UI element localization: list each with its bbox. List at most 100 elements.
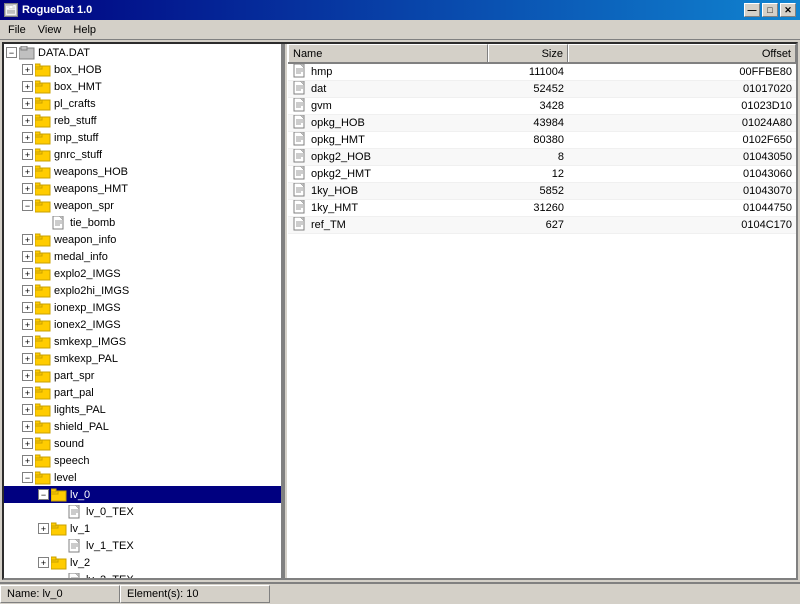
expand-btn-pl_crafts[interactable]: +	[22, 98, 33, 109]
expand-btn-smkexp_IMGS[interactable]: +	[22, 336, 33, 347]
tree-item-part_spr[interactable]: + part_spr	[4, 367, 281, 384]
tree-item-ionexp_IMGS[interactable]: + ionexp_IMGS	[4, 299, 281, 316]
tree-item-lv_0[interactable]: − lv_0	[4, 486, 281, 503]
expand-btn-shield_PAL[interactable]: +	[22, 421, 33, 432]
list-cell-size: 80380	[488, 134, 568, 146]
list-item[interactable]: opkg2_HOB 8 01043050	[288, 149, 796, 166]
expand-btn-level[interactable]: −	[22, 472, 33, 483]
expand-btn-explo2hi_IMGS[interactable]: +	[22, 285, 33, 296]
file-icon	[51, 216, 67, 230]
root-icon	[19, 46, 35, 60]
expand-btn-lv_1[interactable]: +	[38, 523, 49, 534]
expand-btn-ionexp_IMGS[interactable]: +	[22, 302, 33, 313]
maximize-button[interactable]: □	[762, 3, 778, 17]
expand-btn-lights_PAL[interactable]: +	[22, 404, 33, 415]
file-icon-list	[292, 200, 308, 217]
close-button[interactable]: ✕	[780, 3, 796, 17]
tree-item-box_HOB[interactable]: + box_HOB	[4, 61, 281, 78]
header-offset[interactable]: Offset	[568, 44, 796, 62]
tree-item-medal_info[interactable]: + medal_info	[4, 248, 281, 265]
list-item[interactable]: 1ky_HOB 5852 01043070	[288, 183, 796, 200]
folder-icon	[35, 131, 51, 145]
expand-btn-imp_stuff[interactable]: +	[22, 132, 33, 143]
tree-item-ionex2_IMGS[interactable]: + ionex2_IMGS	[4, 316, 281, 333]
tree-item-smkexp_PAL[interactable]: + smkexp_PAL	[4, 350, 281, 367]
menu-file[interactable]: File	[2, 22, 32, 38]
tree-label: part_pal	[54, 387, 94, 399]
tree-item-imp_stuff[interactable]: + imp_stuff	[4, 129, 281, 146]
tree-item-smkexp_IMGS[interactable]: + smkexp_IMGS	[4, 333, 281, 350]
tree-item-sound[interactable]: + sound	[4, 435, 281, 452]
tree-item-weapon_info[interactable]: + weapon_info	[4, 231, 281, 248]
minimize-button[interactable]: —	[744, 3, 760, 17]
list-cell-size: 5852	[488, 185, 568, 197]
tree-item-lv_2_TEX[interactable]: lv_2_TEX	[4, 571, 281, 578]
expand-btn-smkexp_PAL[interactable]: +	[22, 353, 33, 364]
expand-btn-lv_0[interactable]: −	[38, 489, 49, 500]
tree-item-lv_1_TEX[interactable]: lv_1_TEX	[4, 537, 281, 554]
folder-icon	[35, 233, 51, 247]
tree-item-level[interactable]: − level	[4, 469, 281, 486]
tree-item-lv_1[interactable]: + lv_1	[4, 520, 281, 537]
tree-item-box_HMT[interactable]: + box_HMT	[4, 78, 281, 95]
tree-label: lv_2	[70, 557, 90, 569]
expand-btn-DATA.DAT[interactable]: −	[6, 47, 17, 58]
menu-view[interactable]: View	[32, 22, 68, 38]
expand-btn-weapon_spr[interactable]: −	[22, 200, 33, 211]
expand-btn-box_HMT[interactable]: +	[22, 81, 33, 92]
expand-btn-lv_2[interactable]: +	[38, 557, 49, 568]
tree-item-lv_2[interactable]: + lv_2	[4, 554, 281, 571]
list-item[interactable]: opkg_HOB 43984 01024A80	[288, 115, 796, 132]
tree-item-lv_0_TEX[interactable]: lv_0_TEX	[4, 503, 281, 520]
tree-item-weapon_spr[interactable]: − weapon_spr	[4, 197, 281, 214]
list-cell-offset: 01024A80	[568, 117, 796, 129]
expand-btn-weapons_HOB[interactable]: +	[22, 166, 33, 177]
tree-item-DATA.DAT[interactable]: − DATA.DAT	[4, 44, 281, 61]
expand-btn-sound[interactable]: +	[22, 438, 33, 449]
tree-item-speech[interactable]: + speech	[4, 452, 281, 469]
expand-btn-speech[interactable]: +	[22, 455, 33, 466]
menu-help[interactable]: Help	[67, 22, 102, 38]
list-item[interactable]: opkg2_HMT 12 01043060	[288, 166, 796, 183]
list-item[interactable]: opkg_HMT 80380 0102F650	[288, 132, 796, 149]
list-item[interactable]: 1ky_HMT 31260 01044750	[288, 200, 796, 217]
folder-icon	[35, 386, 51, 400]
tree-item-pl_crafts[interactable]: + pl_crafts	[4, 95, 281, 112]
header-size[interactable]: Size	[488, 44, 568, 62]
tree-panel[interactable]: − DATA.DAT+ box_HOB+ box_HMT+ pl_crafts+…	[4, 44, 284, 578]
list-item[interactable]: dat 52452 01017020	[288, 81, 796, 98]
expand-btn-explo2_IMGS[interactable]: +	[22, 268, 33, 279]
expand-btn-ionex2_IMGS[interactable]: +	[22, 319, 33, 330]
expand-btn-weapon_info[interactable]: +	[22, 234, 33, 245]
tree-item-explo2_IMGS[interactable]: + explo2_IMGS	[4, 265, 281, 282]
expand-btn-weapons_HMT[interactable]: +	[22, 183, 33, 194]
tree-item-weapons_HMT[interactable]: + weapons_HMT	[4, 180, 281, 197]
list-cell-name: 1ky_HMT	[288, 200, 488, 217]
tree-item-reb_stuff[interactable]: + reb_stuff	[4, 112, 281, 129]
tree-label: lv_0	[70, 489, 90, 501]
tree-item-lights_PAL[interactable]: + lights_PAL	[4, 401, 281, 418]
expand-btn-gnrc_stuff[interactable]: +	[22, 149, 33, 160]
expand-btn-part_pal[interactable]: +	[22, 387, 33, 398]
tree-item-explo2hi_IMGS[interactable]: + explo2hi_IMGS	[4, 282, 281, 299]
expand-btn-part_spr[interactable]: +	[22, 370, 33, 381]
header-name[interactable]: Name	[288, 44, 488, 62]
tree-item-tie_bomb[interactable]: tie_bomb	[4, 214, 281, 231]
expand-btn-medal_info[interactable]: +	[22, 251, 33, 262]
file-icon-list	[292, 217, 308, 234]
list-cell-name: opkg_HOB	[288, 115, 488, 132]
title-bar: 🗂 RogueDat 1.0 — □ ✕	[0, 0, 800, 20]
expand-btn-reb_stuff[interactable]: +	[22, 115, 33, 126]
folder-icon	[51, 488, 67, 502]
expand-btn-box_HOB[interactable]: +	[22, 64, 33, 75]
tree-item-shield_PAL[interactable]: + shield_PAL	[4, 418, 281, 435]
list-panel[interactable]: Name Size Offset hmp 111004 00FFBE80 dat…	[288, 44, 796, 578]
tree-item-part_pal[interactable]: + part_pal	[4, 384, 281, 401]
tree-item-gnrc_stuff[interactable]: + gnrc_stuff	[4, 146, 281, 163]
list-cell-offset: 01044750	[568, 202, 796, 214]
file-icon	[67, 505, 83, 519]
list-item[interactable]: hmp 111004 00FFBE80	[288, 64, 796, 81]
tree-item-weapons_HOB[interactable]: + weapons_HOB	[4, 163, 281, 180]
list-item[interactable]: ref_TM 627 0104C170	[288, 217, 796, 234]
list-item[interactable]: gvm 3428 01023D10	[288, 98, 796, 115]
